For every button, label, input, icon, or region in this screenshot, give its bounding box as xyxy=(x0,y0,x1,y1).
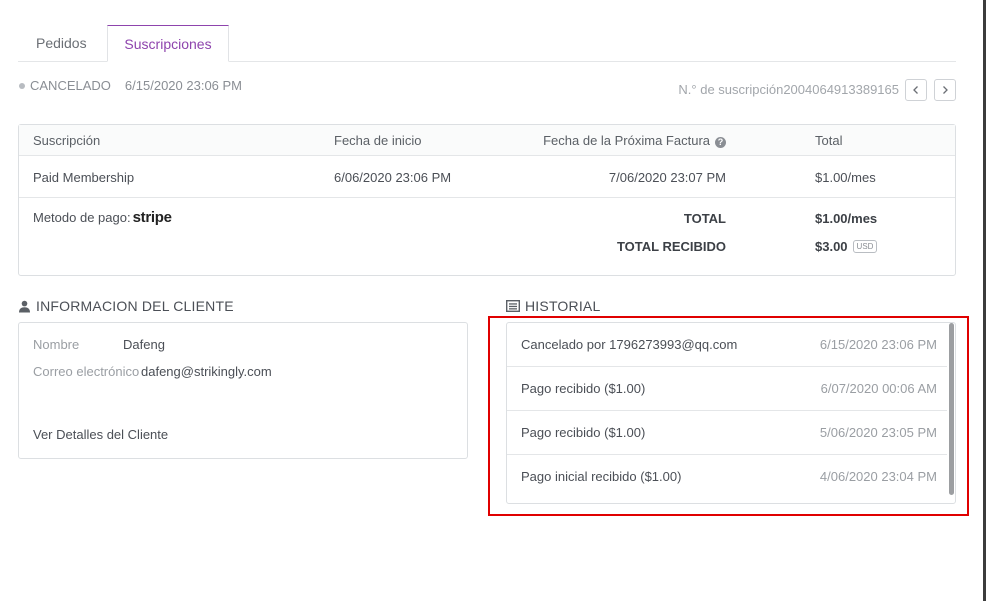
highlight-box xyxy=(488,316,969,516)
email-label: Correo electrónico xyxy=(33,364,140,379)
client-details-link[interactable]: Ver Detalles del Cliente xyxy=(33,427,168,442)
status-dot-icon xyxy=(19,82,25,89)
total-value: $1.00/mes xyxy=(815,211,878,226)
stripe-logo: stripe xyxy=(132,209,172,226)
subscription-table: Suscripción Fecha de inicio Fecha de la … xyxy=(18,124,956,276)
client-section-label: INFORMACION DEL CLIENTE xyxy=(36,298,234,314)
total-label: TOTAL xyxy=(683,211,726,226)
table-row: Paid Membership 6/06/2020 23:06 PM 7/06/… xyxy=(19,156,955,198)
start-date: 6/06/2020 23:06 PM xyxy=(334,170,452,185)
header-next-invoice: Fecha de la Próxima Factura? xyxy=(543,133,726,148)
name-label: Nombre xyxy=(33,337,80,352)
chevron-left-icon xyxy=(913,86,918,94)
subscription-status: CANCELADO 6/15/2020 23:06 PM xyxy=(19,78,242,93)
client-email-link[interactable]: dafeng@strikingly.com xyxy=(141,364,272,379)
status-label: CANCELADO xyxy=(30,78,111,93)
subscription-name: Paid Membership xyxy=(33,170,135,185)
received-amount: $3.00 xyxy=(815,239,848,254)
client-name: Dafeng xyxy=(123,337,165,352)
payment-method: Metodo de pago: stripe xyxy=(33,209,172,226)
tab-suscripciones[interactable]: Suscripciones xyxy=(107,25,229,62)
help-icon[interactable]: ? xyxy=(715,137,726,148)
tab-pedidos[interactable]: Pedidos xyxy=(36,25,87,62)
table-header: Suscripción Fecha de inicio Fecha de la … xyxy=(19,125,955,156)
tab-bar: Pedidos Suscripciones xyxy=(18,25,956,62)
list-icon xyxy=(506,300,520,312)
payment-method-label: Metodo de pago: xyxy=(33,210,131,225)
next-subscription-button[interactable] xyxy=(934,79,956,101)
header-total: Total xyxy=(815,133,843,148)
chevron-right-icon xyxy=(943,86,948,94)
client-section-title: INFORMACION DEL CLIENTE xyxy=(18,298,234,314)
previous-subscription-button[interactable] xyxy=(905,79,927,101)
status-date: 6/15/2020 23:06 PM xyxy=(124,78,243,93)
header-start-date: Fecha de inicio xyxy=(334,133,422,148)
client-info-box: Nombre Dafeng Correo electrónico dafeng@… xyxy=(18,322,468,459)
subscription-number: N.° de suscripción2004064913389165 xyxy=(678,82,899,97)
next-invoice-date: 7/06/2020 23:07 PM xyxy=(608,170,726,185)
row-total: $1.00/mes xyxy=(815,170,876,185)
history-section-label: HISTORIAL xyxy=(525,298,601,314)
total-received-label: TOTAL RECIBIDO xyxy=(616,239,726,254)
total-received-value: $3.00 USD xyxy=(815,239,878,254)
history-section-title: HISTORIAL xyxy=(506,298,600,314)
user-icon xyxy=(19,300,30,312)
header-next-invoice-label: Fecha de la Próxima Factura xyxy=(543,133,710,148)
currency-badge: USD xyxy=(852,240,878,253)
header-subscription: Suscripción xyxy=(33,133,101,148)
